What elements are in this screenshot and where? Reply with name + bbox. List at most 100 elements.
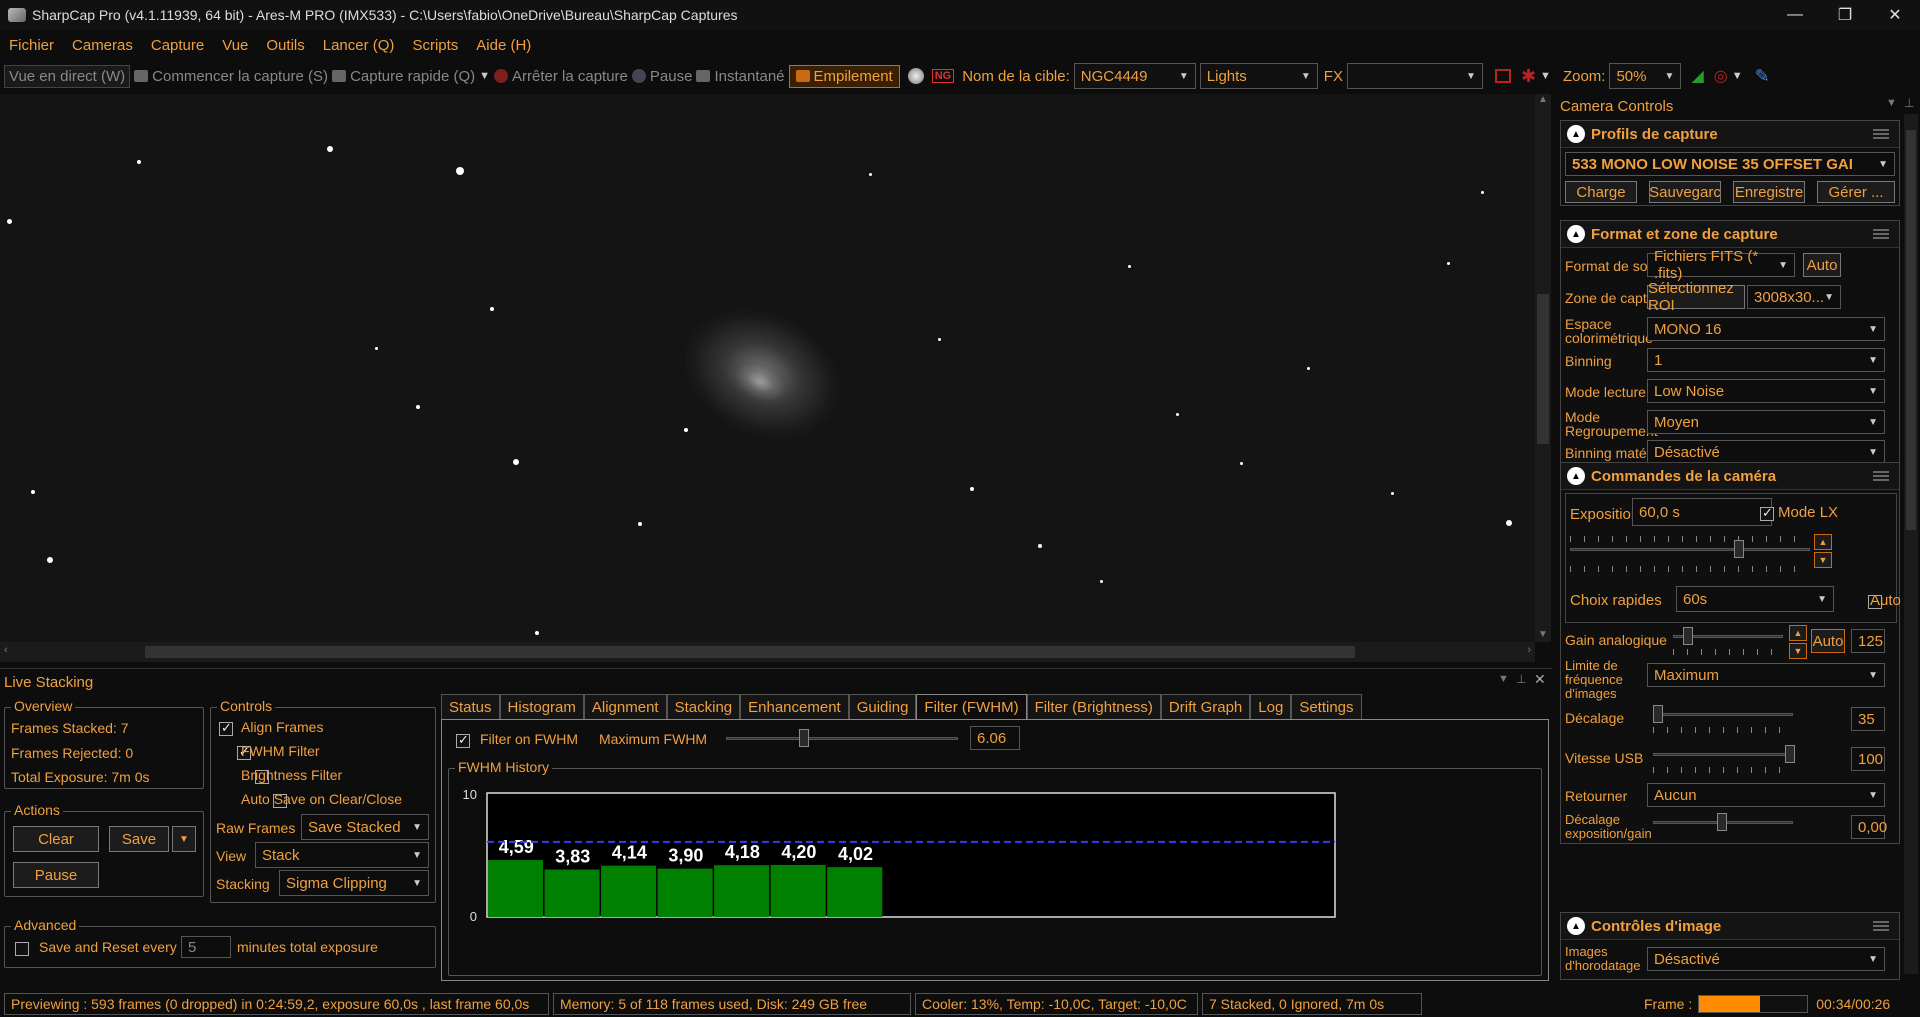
tab-enhancement[interactable]: Enhancement — [740, 694, 849, 719]
quick-choice-select[interactable]: 60s ▼ — [1676, 586, 1834, 612]
usb-speed-input[interactable]: 100 — [1851, 747, 1885, 771]
save-button[interactable]: Save — [109, 826, 169, 852]
hardware-binning-select[interactable]: Désactivé ▼ — [1647, 440, 1885, 464]
profile-select[interactable]: 533 MONO LOW NOISE 35 OFFSET GAI ▼ — [1565, 152, 1895, 176]
offset-track[interactable] — [1653, 713, 1793, 716]
menu-fichier[interactable]: Fichier — [0, 37, 63, 54]
offset-input[interactable]: 35 — [1851, 707, 1885, 731]
exposure-down-button[interactable]: ▼ — [1814, 552, 1832, 568]
quick-capture-button[interactable]: Capture rapide (Q) ▼ — [332, 68, 490, 85]
exposure-slider[interactable] — [1734, 540, 1744, 558]
section-header[interactable]: ▲ Commandes de la caméra — [1561, 463, 1899, 490]
select-roi-button[interactable]: Sélectionnez ROI — [1647, 280, 1745, 314]
pin-icon[interactable]: ⊥ — [1904, 96, 1914, 110]
fx-select[interactable]: ▼ — [1346, 63, 1483, 89]
chevron-down-icon[interactable]: ▼ — [479, 70, 490, 82]
color-space-select[interactable]: MONO 16 ▼ — [1647, 317, 1885, 341]
panel-menu-icon[interactable]: ▼ — [1498, 673, 1509, 685]
target-name-select[interactable]: NGC4449 ▼ — [1073, 63, 1196, 89]
lx-mode-checkbox[interactable] — [1760, 505, 1774, 522]
moon-icon[interactable] — [907, 68, 924, 84]
group-mode-select[interactable]: Moyen ▼ — [1647, 410, 1885, 434]
offset-slider[interactable] — [1653, 705, 1663, 723]
gain-up-button[interactable]: ▲ — [1789, 625, 1807, 641]
chevron-down-icon[interactable]: ▼ — [1732, 70, 1743, 82]
manage-profiles-button[interactable]: Gérer ... — [1817, 181, 1895, 203]
section-header[interactable]: ▲ Profils de capture — [1561, 121, 1899, 148]
stop-capture-button[interactable]: Arrêter la capture — [494, 68, 628, 85]
clear-button[interactable]: Clear — [13, 826, 99, 852]
pin-icon[interactable]: ⊥ — [1516, 672, 1526, 686]
scroll-down-icon[interactable]: ▼ — [1538, 629, 1548, 640]
tab-log[interactable]: Log — [1250, 694, 1292, 719]
menu-scripts[interactable]: Scripts — [403, 37, 467, 54]
exposure-gain-input[interactable]: 0,00 — [1851, 815, 1887, 839]
output-format-select[interactable]: Fichiers FITS (* .fits) ▼ — [1647, 248, 1795, 282]
max-fwhm-track[interactable] — [726, 737, 958, 740]
section-menu-icon[interactable] — [1873, 921, 1889, 931]
view-select[interactable]: Stack ▼ — [255, 842, 429, 868]
pause-stacking-button[interactable]: Pause — [13, 862, 99, 888]
gain-input[interactable]: 125 — [1851, 629, 1885, 653]
scroll-up-icon[interactable]: ▲ — [1538, 94, 1548, 105]
menu-outils[interactable]: Outils — [257, 37, 313, 54]
binning-select[interactable]: 1 ▼ — [1647, 348, 1885, 372]
stacking-button[interactable]: Empilement — [788, 64, 900, 88]
tab-filter-fwhm[interactable]: Filter (FWHM) — [916, 694, 1027, 719]
menu-capture[interactable]: Capture — [142, 37, 213, 54]
frame-type-select[interactable]: Lights ▼ — [1199, 63, 1318, 89]
pause-button[interactable]: Pause — [631, 68, 692, 85]
panel-close-icon[interactable]: ✕ — [1534, 671, 1546, 688]
scrollbar-thumb[interactable] — [1537, 294, 1549, 444]
chevron-down-icon[interactable]: ▼ — [1540, 70, 1551, 82]
exposure-up-button[interactable]: ▲ — [1814, 534, 1832, 550]
snapshot-button[interactable]: Instantané — [696, 68, 785, 85]
usb-speed-slider[interactable] — [1785, 745, 1795, 763]
image-viewport[interactable] — [0, 94, 1535, 642]
live-view-button[interactable]: Vue en direct (W) — [4, 64, 131, 88]
gain-down-button[interactable]: ▼ — [1789, 643, 1807, 659]
load-profile-button[interactable]: Charge — [1565, 181, 1637, 203]
menu-aide[interactable]: Aide (H) — [467, 37, 540, 54]
collapse-icon[interactable]: ▲ — [1567, 125, 1585, 143]
tab-settings[interactable]: Settings — [1291, 694, 1362, 719]
capture-zone-select[interactable]: 3008x30... ▼ — [1747, 285, 1841, 309]
flip-select[interactable]: Aucun ▼ — [1647, 783, 1885, 807]
max-fwhm-slider[interactable] — [799, 729, 809, 747]
minimize-button[interactable]: — — [1770, 0, 1820, 30]
max-fwhm-input[interactable]: 6.06 — [970, 726, 1020, 750]
scrollbar-thumb[interactable] — [145, 646, 1355, 658]
save-as-profile-button[interactable]: Enregistre — [1733, 181, 1805, 203]
start-capture-button[interactable]: Commencer la capture (S) — [134, 68, 328, 85]
collapse-icon[interactable]: ▲ — [1567, 225, 1585, 243]
usb-speed-track[interactable] — [1653, 753, 1793, 756]
gain-slider[interactable] — [1683, 627, 1693, 645]
histogram-icon[interactable]: ◢ — [1691, 66, 1703, 86]
tab-histogram[interactable]: Histogram — [499, 694, 584, 719]
menu-vue[interactable]: Vue — [213, 37, 257, 54]
crosshair-icon[interactable]: ✱ — [1521, 66, 1536, 87]
exposure-track[interactable] — [1570, 548, 1810, 551]
image-horizontal-scrollbar[interactable]: ‹ › — [0, 642, 1535, 662]
raw-frames-select[interactable]: Save Stacked ▼ — [301, 814, 429, 840]
save-profile-button[interactable]: Sauvegarc — [1649, 181, 1721, 203]
camera-controls-scrollbar[interactable] — [1904, 114, 1918, 974]
output-auto-button[interactable]: Auto — [1803, 253, 1841, 277]
scrollbar-thumb[interactable] — [1906, 130, 1916, 530]
focus-icon[interactable]: ◎ — [1714, 66, 1728, 86]
tab-status[interactable]: Status — [441, 694, 500, 719]
tab-filter-brightness[interactable]: Filter (Brightness) — [1026, 694, 1161, 719]
save-reset-checkbox[interactable] — [15, 942, 29, 957]
tab-drift-graph[interactable]: Drift Graph — [1160, 694, 1251, 719]
minutes-stepper[interactable]: 5 — [181, 936, 231, 958]
close-button[interactable]: ✕ — [1870, 0, 1920, 30]
collapse-icon[interactable]: ▲ — [1567, 917, 1585, 935]
scroll-right-icon[interactable]: › — [1527, 644, 1531, 656]
ngc-icon[interactable]: NG — [931, 69, 955, 83]
stacking-method-select[interactable]: Sigma Clipping ▼ — [279, 870, 429, 896]
exposure-input[interactable]: 60,0 s — [1632, 498, 1772, 526]
read-mode-select[interactable]: Low Noise ▼ — [1647, 379, 1885, 403]
timestamp-select[interactable]: Désactivé ▼ — [1647, 947, 1885, 971]
menu-cameras[interactable]: Cameras — [63, 37, 142, 54]
tool-icon[interactable]: ✎ — [1755, 66, 1770, 87]
